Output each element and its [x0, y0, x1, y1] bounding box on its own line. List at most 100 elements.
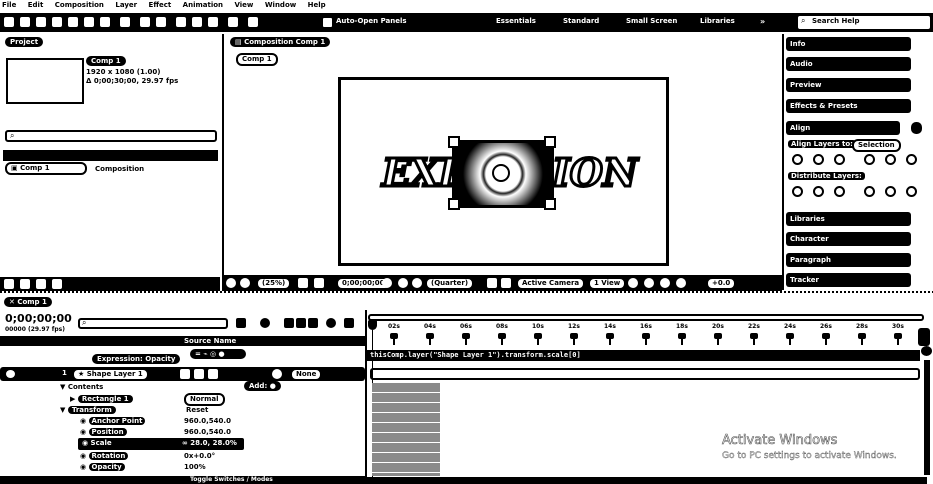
auto-open-panels-checkbox[interactable] — [323, 18, 332, 27]
menu-composition[interactable]: Composition — [55, 1, 104, 9]
transform-row[interactable]: ▼ Transform — [60, 406, 116, 414]
prop-anchor-point[interactable]: ◉ Anchor Point — [80, 417, 146, 425]
camera-dropdown[interactable]: Active Camera — [516, 277, 586, 290]
prop-position-value[interactable]: 960.0,540.0 — [184, 428, 231, 436]
project-tab[interactable]: Project — [5, 37, 44, 47]
align-layers-to-dropdown[interactable]: Selection — [852, 139, 901, 152]
panel-menu-icon[interactable] — [911, 122, 922, 134]
menu-file[interactable]: File — [2, 1, 16, 9]
flowchart-icon[interactable] — [660, 278, 670, 288]
align-vertical-center-icon[interactable] — [885, 154, 896, 165]
new-folder-icon[interactable] — [20, 279, 30, 289]
resolution-dropdown[interactable]: (Quarter) — [425, 277, 475, 290]
toggle-switches-modes[interactable]: Toggle Switches / Modes — [190, 476, 273, 483]
distribute-top-icon[interactable] — [792, 186, 803, 197]
selection-tool-icon[interactable] — [20, 17, 30, 27]
timeline-search-input[interactable]: ⌕ — [78, 318, 228, 329]
time-ruler[interactable]: 02s 04s 06s 08s 10s 12s 14s 16s 18s 20s … — [370, 323, 930, 347]
pan-behind-tool-icon[interactable] — [100, 17, 110, 27]
timeline-zoom-handle[interactable] — [918, 328, 930, 346]
shy-layers-icon[interactable] — [284, 318, 294, 328]
parent-dropdown[interactable]: None — [290, 368, 323, 381]
menu-window[interactable]: Window — [265, 1, 296, 9]
views-dropdown[interactable]: 1 View — [588, 277, 627, 290]
transform-handle-br[interactable] — [544, 198, 556, 210]
brush-tool-icon[interactable] — [176, 17, 186, 27]
rectangle-tool-icon[interactable] — [120, 17, 130, 27]
pen-tool-icon[interactable] — [140, 17, 150, 27]
menu-effect[interactable]: Effect — [149, 1, 172, 9]
prop-rotation[interactable]: ◉ Rotation — [80, 452, 129, 460]
anchor-point-icon[interactable] — [492, 164, 510, 182]
add-dropdown[interactable]: Add: ● — [244, 381, 281, 391]
align-left-icon[interactable] — [792, 154, 803, 165]
exposure-value[interactable]: +0.0 — [706, 277, 737, 290]
menu-layer[interactable]: Layer — [115, 1, 137, 9]
layer-switch-quality-icon[interactable] — [208, 369, 218, 379]
zoom-tool-icon[interactable] — [52, 17, 62, 27]
distribute-left-icon[interactable] — [864, 186, 875, 197]
timeline-vertical-scrollbar[interactable] — [924, 360, 930, 475]
grid-icon[interactable] — [298, 278, 308, 288]
transform-handle-tl[interactable] — [448, 136, 460, 148]
layer-switch-shy-icon[interactable] — [180, 369, 190, 379]
mask-icon[interactable] — [314, 278, 324, 288]
reset-exposure-icon[interactable] — [676, 278, 686, 288]
parent-pick-whip-icon[interactable] — [272, 369, 282, 379]
work-area-bar[interactable] — [368, 314, 924, 321]
timeline-timecode[interactable]: 0;00;00;00 — [5, 312, 72, 325]
panel-tracker[interactable]: Tracker — [786, 273, 911, 287]
menu-edit[interactable]: Edit — [28, 1, 44, 9]
reset-link[interactable]: Reset — [186, 406, 208, 414]
prop-anchor-point-value[interactable]: 960.0,540.0 — [184, 417, 231, 425]
interpret-footage-icon[interactable] — [4, 279, 14, 289]
delete-icon[interactable] — [52, 279, 62, 289]
layer-name[interactable]: ★ Shape Layer 1 — [72, 368, 149, 381]
workspace-overflow-icon[interactable]: » — [760, 17, 765, 26]
transform-handle-tr[interactable] — [544, 136, 556, 148]
motion-blur-icon[interactable] — [308, 318, 318, 328]
panel-info[interactable]: Info — [786, 37, 911, 51]
expression-controls[interactable]: = ⌁ ◎ ● — [190, 349, 246, 359]
align-right-icon[interactable] — [834, 154, 845, 165]
contents-row[interactable]: ▼ Contents — [60, 383, 103, 391]
draft-3d-icon[interactable] — [260, 318, 270, 328]
magnifier-icon[interactable] — [226, 278, 236, 288]
clone-stamp-tool-icon[interactable] — [192, 17, 202, 27]
layer-switch-collapse-icon[interactable] — [194, 369, 204, 379]
eraser-tool-icon[interactable] — [208, 17, 218, 27]
viewer-breadcrumb[interactable]: Comp 1 — [236, 53, 278, 66]
prop-scale-value[interactable]: ∞ 28.0, 28.0% — [182, 439, 237, 447]
workspace-libraries[interactable]: Libraries — [700, 17, 735, 25]
roto-brush-tool-icon[interactable] — [228, 17, 238, 27]
puppet-tool-icon[interactable] — [248, 17, 258, 27]
panel-preview[interactable]: Preview — [786, 78, 911, 92]
transparency-grid-icon[interactable] — [501, 278, 511, 288]
type-tool-icon[interactable] — [156, 17, 166, 27]
panel-align[interactable]: Align — [786, 121, 900, 135]
align-horizontal-center-icon[interactable] — [813, 154, 824, 165]
transform-handle-bl[interactable] — [448, 198, 460, 210]
distribute-horizontal-center-icon[interactable] — [885, 186, 896, 197]
timeline-icon[interactable] — [644, 278, 654, 288]
comp-mini-flowchart-icon[interactable] — [236, 318, 246, 328]
graph-editor-icon[interactable] — [326, 318, 336, 328]
expression-text[interactable]: thisComp.layer("Shape Layer 1").transfor… — [370, 351, 581, 359]
panel-character[interactable]: Character — [786, 232, 911, 246]
panel-effects-presets[interactable]: Effects & Presets — [786, 99, 911, 113]
eye-icon[interactable] — [6, 370, 15, 378]
rectangle-row[interactable]: ▶ Rectangle 1 — [70, 395, 133, 403]
timeline-options-icon[interactable] — [344, 318, 354, 328]
new-composition-icon[interactable] — [36, 279, 46, 289]
panel-paragraph[interactable]: Paragraph — [786, 253, 911, 267]
panel-audio[interactable]: Audio — [786, 57, 911, 71]
workspace-small-screen[interactable]: Small Screen — [626, 17, 677, 25]
composition-tab[interactable]: ▤ Composition Comp 1 — [230, 37, 331, 47]
align-top-icon[interactable] — [864, 154, 875, 165]
workspace-standard[interactable]: Standard — [563, 17, 599, 25]
prop-opacity[interactable]: ◉ Opacity — [80, 463, 125, 471]
distribute-bottom-icon[interactable] — [834, 186, 845, 197]
blend-mode-dropdown[interactable]: Normal — [184, 393, 225, 406]
home-icon[interactable] — [4, 17, 14, 27]
distribute-vertical-center-icon[interactable] — [813, 186, 824, 197]
